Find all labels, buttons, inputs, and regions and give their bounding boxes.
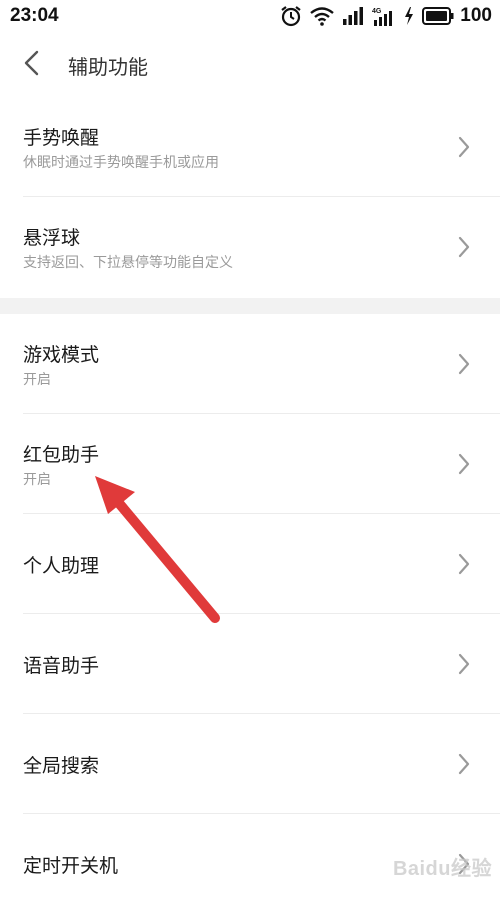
row-subtitle: 开启	[23, 372, 51, 388]
header-bar: 辅助功能	[0, 34, 500, 98]
chevron-right-icon	[456, 653, 472, 675]
settings-group-1: 手势唤醒 休眠时通过手势唤醒手机或应用 悬浮球 支持返回、下拉悬停等功能自定义	[0, 97, 500, 297]
settings-row-personal-assistant[interactable]: 个人助理	[0, 514, 500, 614]
back-icon	[22, 50, 40, 80]
settings-group-2: 游戏模式 开启 红包助手 开启 个人助理 语音助手 全局搜索 定时开关机	[0, 314, 500, 914]
row-title: 红包助手	[23, 444, 100, 466]
watermark-text: Baidu经验	[392, 858, 492, 880]
charging-icon	[404, 7, 414, 25]
network-type-label: 4G	[372, 8, 382, 15]
row-title: 手势唤醒	[23, 127, 100, 149]
chevron-right-icon	[456, 353, 472, 375]
wifi-icon	[310, 6, 335, 26]
battery-icon	[422, 7, 454, 25]
chevron-right-icon	[456, 236, 472, 258]
page-title: 辅助功能	[68, 55, 148, 79]
settings-row-game-mode[interactable]: 游戏模式 开启	[0, 314, 500, 414]
row-title: 游戏模式	[23, 344, 100, 366]
chevron-right-icon	[456, 753, 472, 775]
row-title: 个人助理	[23, 555, 100, 577]
chevron-right-icon	[456, 136, 472, 158]
chevron-right-icon	[456, 453, 472, 475]
status-icons: 4G 100	[280, 4, 492, 28]
battery-percent: 100	[460, 5, 492, 26]
settings-row-gesture-wake[interactable]: 手势唤醒 休眠时通过手势唤醒手机或应用	[0, 97, 500, 197]
status-time: 23:04	[10, 5, 59, 26]
row-subtitle: 支持返回、下拉悬停等功能自定义	[23, 255, 233, 271]
settings-row-global-search[interactable]: 全局搜索	[0, 714, 500, 814]
signal-icon	[342, 7, 364, 25]
row-title: 定时开关机	[23, 855, 119, 877]
settings-row-floating-ball[interactable]: 悬浮球 支持返回、下拉悬停等功能自定义	[0, 197, 500, 297]
back-button[interactable]	[14, 48, 48, 82]
row-subtitle: 休眠时通过手势唤醒手机或应用	[23, 155, 219, 171]
row-title: 语音助手	[23, 655, 100, 677]
status-bar: 23:04 4G 100	[0, 0, 500, 34]
settings-row-voice-assistant[interactable]: 语音助手	[0, 614, 500, 714]
chevron-right-icon	[456, 553, 472, 575]
signal-4g-icon: 4G	[372, 6, 396, 26]
alarm-icon	[280, 5, 302, 27]
section-divider	[0, 298, 500, 314]
row-title: 全局搜索	[23, 755, 100, 777]
row-title: 悬浮球	[23, 227, 81, 249]
watermark-logo: Baidu经验	[393, 852, 492, 881]
settings-row-red-packet-assistant[interactable]: 红包助手 开启	[0, 414, 500, 514]
row-subtitle: 开启	[23, 472, 51, 488]
